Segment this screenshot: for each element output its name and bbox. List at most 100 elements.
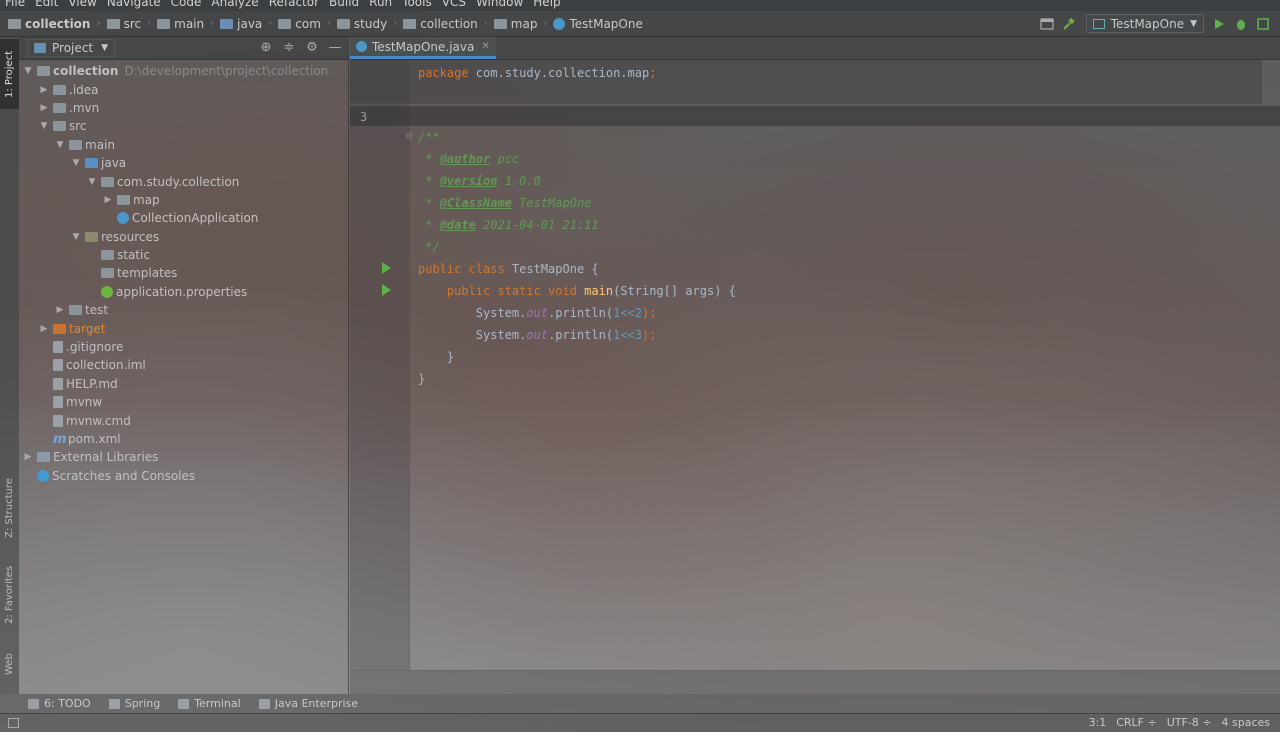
tree-item[interactable]: ▼ collection D:\development\project\collec… [19, 62, 348, 80]
favorites-tool-tab[interactable]: 2: Favorites [0, 557, 19, 632]
collapsed-arrow-icon[interactable]: ▶ [39, 85, 49, 95]
java-enterprise-tool-button[interactable]: Java Enterprise [258, 697, 358, 710]
tree-item[interactable]: templates [19, 264, 348, 282]
menu-refactor[interactable]: Refactor [264, 0, 324, 8]
collapsed-arrow-icon[interactable]: ▶ [39, 324, 49, 334]
favorites-tab-label: 2: Favorites [4, 565, 15, 624]
breadcrumb-map[interactable]: map › [493, 17, 547, 31]
spring-tool-button[interactable]: Spring [108, 697, 160, 710]
gear-icon[interactable]: ⚙ [305, 41, 319, 55]
tree-item[interactable]: ▶ target [19, 319, 348, 337]
editor-tab-testmapone[interactable]: TestMapOne.java ✕ [350, 37, 496, 59]
brace: { [728, 284, 736, 298]
breadcrumb-collection[interactable]: collection › [8, 17, 101, 31]
indent-widget[interactable]: 4 spaces [1222, 716, 1271, 729]
current-line-highlight [350, 106, 1280, 126]
tree-item-label: resources [101, 229, 160, 244]
breadcrumb-label: com [295, 16, 321, 31]
tree-item[interactable]: ▶ External Libraries [19, 448, 348, 466]
breadcrumb-separator-icon: › [483, 18, 488, 29]
tree-item[interactable]: ▼ resources [19, 228, 348, 246]
run-configuration-selector[interactable]: TestMapOne ▼ [1085, 14, 1204, 33]
code-line-class-decl: public class TestMapOne { [418, 262, 599, 276]
tree-item[interactable]: collection.iml [19, 356, 348, 374]
menu-file[interactable]: File [0, 0, 30, 8]
expanded-arrow-icon[interactable]: ▼ [87, 177, 97, 187]
tree-item[interactable]: Scratches and Consoles [19, 467, 348, 485]
breadcrumb-label: src [123, 16, 142, 31]
fold-toggle-icon[interactable]: ⊟ [406, 131, 412, 142]
menu-navigate[interactable]: Navigate [102, 0, 166, 8]
menu-help[interactable]: Help [528, 0, 565, 8]
caret-position[interactable]: 3:1 [1089, 716, 1107, 729]
breadcrumb-com[interactable]: com › [278, 17, 331, 31]
tree-item[interactable]: application.properties [19, 283, 348, 301]
menu-code[interactable]: Code [166, 0, 207, 8]
expanded-arrow-icon[interactable]: ▼ [55, 140, 65, 150]
menu-build[interactable]: Build [324, 0, 364, 8]
tree-item[interactable]: ▼ java [19, 154, 348, 172]
breadcrumb-main[interactable]: main › [157, 17, 214, 31]
breadcrumb-testmapone[interactable]: TestMapOne [553, 17, 643, 31]
terminal-tool-button[interactable]: Terminal [178, 697, 241, 710]
menu-view[interactable]: View [63, 0, 101, 8]
tree-item[interactable]: m pom.xml [19, 430, 348, 448]
project-tool-tab[interactable]: 1: Project [0, 39, 19, 109]
menu-analyze[interactable]: Analyze [206, 0, 263, 8]
javadoc-value: pcc [490, 152, 520, 166]
locate-file-icon[interactable]: ⊕ [259, 41, 273, 55]
build-hammer-icon[interactable] [1062, 17, 1076, 31]
run-with-coverage-icon[interactable] [1256, 17, 1270, 31]
web-tool-tab[interactable]: Web [0, 642, 19, 687]
tree-item[interactable]: .gitignore [19, 338, 348, 356]
tree-item[interactable]: mvnw.cmd [19, 411, 348, 429]
breadcrumb-study[interactable]: study › [336, 17, 397, 31]
tool-windows-toggle-icon[interactable] [8, 718, 19, 728]
run-icon[interactable] [1212, 17, 1226, 31]
tree-item-label: main [85, 137, 115, 152]
breadcrumb-src[interactable]: src › [106, 16, 151, 31]
tree-item[interactable]: ▶ .idea [19, 80, 348, 98]
breadcrumb-java[interactable]: java › [220, 17, 272, 31]
project-structure-icon[interactable] [1040, 17, 1054, 31]
code-line-close-class: } [418, 372, 425, 386]
tree-item[interactable]: mvnw [19, 393, 348, 411]
expanded-arrow-icon[interactable]: ▼ [71, 232, 81, 242]
todo-tool-button[interactable]: 6: TODO [28, 697, 91, 710]
tree-item-label: mvnw [66, 395, 103, 410]
menu-run[interactable]: Run [364, 0, 397, 8]
breadcrumb-collection-pkg[interactable]: collection › [403, 17, 488, 31]
project-view-selector[interactable]: Project ▼ [27, 39, 115, 57]
tree-item[interactable]: ▶ test [19, 301, 348, 319]
tree-item[interactable]: ▶ .mvn [19, 99, 348, 117]
collapse-all-icon[interactable]: ≑ [282, 41, 296, 55]
line-separator-widget[interactable]: CRLF ÷ [1116, 716, 1157, 729]
tree-item[interactable]: CollectionApplication [19, 209, 348, 227]
menu-window[interactable]: Window [471, 0, 528, 8]
horizontal-scrollbar[interactable] [350, 670, 1280, 694]
hide-panel-icon[interactable]: — [328, 41, 342, 55]
collapsed-arrow-icon[interactable]: ▶ [55, 305, 65, 315]
expanded-arrow-icon[interactable]: ▼ [23, 66, 33, 76]
collapsed-arrow-icon[interactable]: ▶ [23, 452, 33, 462]
encoding-widget[interactable]: UTF-8 ÷ [1167, 716, 1212, 729]
expanded-arrow-icon[interactable]: ▼ [39, 121, 49, 131]
structure-tool-tab[interactable]: Z: Structure [0, 473, 19, 543]
expanded-arrow-icon[interactable]: ▼ [71, 158, 81, 168]
tree-item[interactable]: ▶ map [19, 191, 348, 209]
run-class-gutter-icon[interactable] [382, 262, 391, 274]
menu-tools[interactable]: Tools [397, 0, 437, 8]
run-main-gutter-icon[interactable] [382, 284, 391, 296]
tree-item[interactable]: ▼ com.study.collection [19, 172, 348, 190]
close-icon[interactable]: ✕ [481, 41, 489, 52]
tree-item[interactable]: HELP.md [19, 375, 348, 393]
tree-item[interactable]: ▼ src [19, 117, 348, 135]
tree-item[interactable]: ▼ main [19, 136, 348, 154]
menu-vcs[interactable]: VCS [437, 0, 471, 8]
collapsed-arrow-icon[interactable]: ▶ [103, 195, 113, 205]
tree-item[interactable]: static [19, 246, 348, 264]
collapsed-arrow-icon[interactable]: ▶ [39, 103, 49, 113]
code-editor[interactable]: 3 package com.study.collection.map; ⊟ /*… [350, 60, 1280, 670]
menu-edit[interactable]: Edit [30, 0, 63, 8]
debug-icon[interactable] [1234, 17, 1248, 31]
